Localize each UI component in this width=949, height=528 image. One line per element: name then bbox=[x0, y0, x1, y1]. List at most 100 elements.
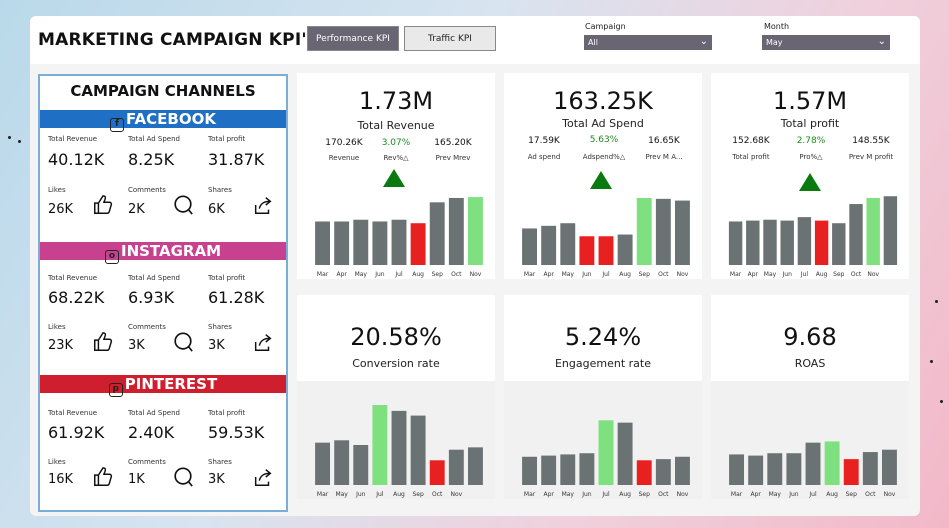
ad-spend-bar-chart: Mar Apr May Jun Jul Aug Sep Oct Nov bbox=[522, 197, 690, 278]
month-select[interactable]: May ⌄ bbox=[762, 35, 890, 50]
pinterest-shares: 3K bbox=[208, 472, 225, 487]
share-icon bbox=[254, 469, 272, 486]
chart-tick-label: Apr bbox=[748, 271, 759, 278]
kpi-title: ROAS bbox=[794, 357, 826, 370]
campaign-select[interactable]: All ⌄ bbox=[584, 35, 712, 50]
kpi-change-label: Pro%△ bbox=[799, 153, 823, 161]
facebook-revenue: 40.12K bbox=[48, 150, 105, 169]
chart-tick-label: Nov bbox=[867, 271, 879, 278]
chart-bar bbox=[598, 236, 614, 265]
facebook-likes: 26K bbox=[48, 202, 74, 217]
chart-tick-label: Jun bbox=[374, 271, 385, 278]
card-conversion-rate: 20.58% Conversion rate Mar May Jun Jul Aug Se… bbox=[297, 295, 495, 499]
card-total-profit: 1.57M Total profit 152.68K 2.78% 148.55K… bbox=[711, 73, 909, 279]
chart-tick-label: Mar bbox=[524, 271, 536, 278]
chart-bar bbox=[467, 447, 483, 485]
facebook-label: FACEBOOK bbox=[126, 110, 216, 128]
chart-tick-label: Jul bbox=[375, 491, 384, 498]
tab-performance-kpi[interactable]: Performance KPI bbox=[307, 26, 399, 51]
chart-bar bbox=[805, 442, 821, 485]
chart-bar bbox=[728, 221, 743, 265]
kpi-previous-value: 148.55K bbox=[852, 136, 890, 146]
chart-tick-label: Apr bbox=[336, 271, 347, 278]
chart-bar bbox=[881, 449, 897, 485]
instagram-ad-spend: 6.93K bbox=[128, 288, 175, 307]
kpi-change-pct: 5.63% bbox=[589, 135, 619, 145]
chart-bar bbox=[746, 220, 760, 265]
chart-tick-label: Oct bbox=[851, 271, 862, 278]
kpi-previous-label: Prev Mrev bbox=[435, 154, 471, 162]
chart-tick-label: Mar bbox=[317, 491, 329, 498]
revenue-bar-chart: Mar Apr May Jun Jul Aug Sep Oct Nov bbox=[315, 197, 483, 278]
pinterest-ad-spend: 2.40K bbox=[128, 423, 175, 442]
instagram-label: INSTAGRAM bbox=[120, 242, 221, 260]
share-icon bbox=[254, 197, 272, 214]
chart-tick-label: Oct bbox=[451, 271, 462, 278]
card-total-revenue: 1.73M Total Revenue 170.26K 3.07% 165.20… bbox=[297, 73, 495, 279]
chart-bar bbox=[391, 219, 407, 265]
profit-bar-chart: Mar Apr May Jun Jul Aug Sep Oct Nov bbox=[728, 196, 898, 278]
chart-bar bbox=[883, 196, 898, 265]
chart-bar bbox=[763, 219, 777, 265]
chart-tick-label: Aug bbox=[826, 491, 838, 498]
chart-tick-label: Oct bbox=[658, 491, 669, 498]
kpi-change-label: Rev%△ bbox=[383, 154, 409, 162]
kpi-previous-value: 16.65K bbox=[648, 136, 680, 146]
label-profit: Total profit bbox=[208, 135, 246, 143]
label-ad-spend: Total Ad Spend bbox=[128, 135, 180, 143]
decor-dot bbox=[935, 300, 938, 303]
chart-tick-label: May bbox=[335, 491, 348, 498]
chart-bar bbox=[655, 198, 671, 265]
chart-tick-label: Mar bbox=[731, 491, 743, 498]
thumbs-up-icon bbox=[94, 195, 113, 214]
label-profit: Total profit bbox=[208, 409, 246, 417]
chart-bar bbox=[560, 454, 576, 485]
chart-tick-label: Oct bbox=[658, 271, 669, 278]
card-total-ad-spend: 163.25K Total Ad Spend 17.59K 5.63% 16.6… bbox=[504, 73, 702, 279]
comment-icon bbox=[174, 467, 193, 487]
month-select-value: May bbox=[766, 38, 783, 47]
chart-tick-label: Aug bbox=[619, 271, 631, 278]
thumbs-up-icon bbox=[94, 332, 113, 351]
kpi-value: 1.57M bbox=[772, 87, 848, 115]
chart-bar bbox=[786, 453, 802, 485]
chart-tick-label: Jul bbox=[808, 491, 817, 498]
label-likes: Likes bbox=[48, 458, 66, 466]
chart-tick-label: Apr bbox=[543, 271, 554, 278]
chart-bar bbox=[748, 455, 764, 485]
tab-traffic-kpi[interactable]: Traffic KPI bbox=[404, 26, 496, 51]
kpi-current-label: Total profit bbox=[732, 153, 770, 161]
chart-tick-label: Sep bbox=[639, 491, 651, 498]
kpi-previous-label: Prev M A... bbox=[645, 153, 683, 161]
chart-tick-label: Jun bbox=[581, 271, 592, 278]
chart-bar bbox=[522, 456, 538, 485]
header-bar: MARKETING CAMPAIGN KPI'S Performance KPI… bbox=[30, 16, 920, 64]
chart-bar bbox=[541, 455, 557, 485]
decor-dot bbox=[18, 140, 21, 143]
chart-bar bbox=[372, 405, 388, 485]
dashboard-frame: MARKETING CAMPAIGN KPI'S Performance KPI… bbox=[30, 16, 920, 516]
chart-tick-label: Aug bbox=[619, 491, 631, 498]
chart-tick-label: Mar bbox=[524, 491, 536, 498]
chart-tick-label: Sep bbox=[846, 491, 858, 498]
instagram-profit: 61.28K bbox=[208, 288, 265, 307]
kpi-title: Conversion rate bbox=[352, 357, 440, 370]
chart-bar bbox=[560, 223, 576, 265]
chart-tick-label: Oct bbox=[865, 491, 876, 498]
label-comments: Comments bbox=[128, 186, 166, 194]
chart-bar bbox=[767, 453, 783, 485]
chart-bar bbox=[429, 202, 445, 265]
kpi-change-label: Adspend%△ bbox=[582, 153, 626, 161]
kpi-value: 9.68 bbox=[783, 323, 837, 351]
campaign-filter-label: Campaign bbox=[585, 22, 626, 31]
chart-tick-label: Apr bbox=[750, 491, 761, 498]
decor-dot bbox=[8, 136, 11, 139]
chart-bar bbox=[866, 197, 880, 265]
pinterest-revenue: 61.92K bbox=[48, 423, 105, 442]
chart-tick-label: May bbox=[764, 271, 777, 278]
pinterest-icon: p bbox=[108, 383, 123, 397]
up-arrow-icon bbox=[383, 169, 405, 187]
chart-tick-label: Nov bbox=[677, 271, 689, 278]
chart-tick-label: Apr bbox=[543, 491, 554, 498]
label-revenue: Total Revenue bbox=[48, 274, 98, 282]
